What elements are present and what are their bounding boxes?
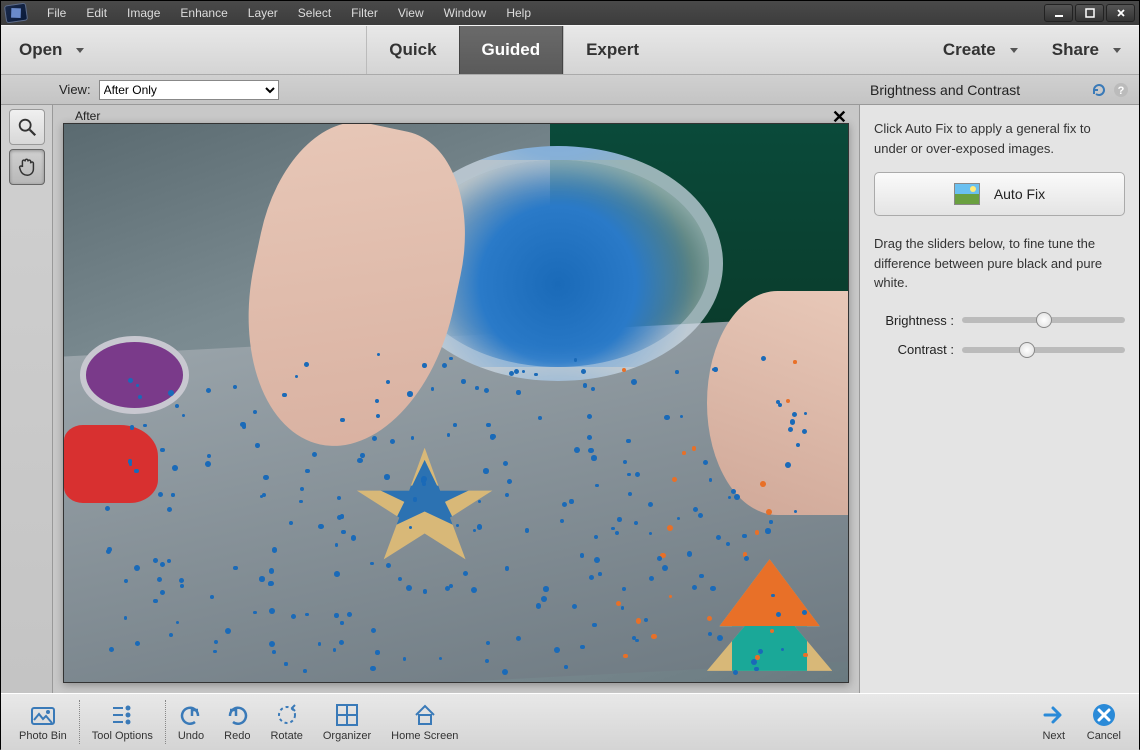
reset-icon[interactable] xyxy=(1091,82,1107,98)
undo-button[interactable]: Undo xyxy=(168,700,214,744)
auto-fix-button[interactable]: Auto Fix xyxy=(874,172,1125,216)
rotate-button[interactable]: Rotate xyxy=(260,700,312,744)
chevron-down-icon xyxy=(1113,48,1121,53)
app-logo-icon xyxy=(4,3,28,24)
panel-hint-text: Drag the sliders below, to fine tune the… xyxy=(874,234,1125,293)
menu-enhance[interactable]: Enhance xyxy=(170,4,237,22)
contrast-slider-thumb[interactable] xyxy=(1019,342,1035,358)
canvas-view-label: After xyxy=(75,109,100,123)
canvas-area: After ✕ xyxy=(53,105,859,693)
panel-title: Brightness and Contrast xyxy=(870,82,1020,98)
next-button[interactable]: Next xyxy=(1031,700,1077,744)
mode-tab-quick[interactable]: Quick xyxy=(366,26,458,74)
mode-bar: Open QuickGuidedExpert Create Share xyxy=(1,25,1139,75)
menu-view[interactable]: View xyxy=(388,4,434,22)
brightness-label: Brightness : xyxy=(874,311,954,331)
home-screen-button[interactable]: Home Screen xyxy=(381,700,468,744)
contrast-label: Contrast : xyxy=(874,340,954,360)
help-icon[interactable]: ? xyxy=(1113,82,1129,98)
chevron-down-icon xyxy=(76,48,84,53)
menu-help[interactable]: Help xyxy=(496,4,541,22)
zoom-tool-button[interactable] xyxy=(9,109,45,145)
share-menu-button[interactable]: Share xyxy=(1046,40,1127,60)
view-label: View: xyxy=(59,82,91,97)
menu-window[interactable]: Window xyxy=(434,4,497,22)
share-label: Share xyxy=(1052,40,1099,60)
bottom-bar: Photo Bin Tool Options Undo Redo Rotate … xyxy=(1,693,1139,750)
side-panel: Brightness and Contrast ? Click Auto Fix… xyxy=(859,105,1139,693)
contrast-slider[interactable] xyxy=(962,347,1125,353)
panel-body: Click Auto Fix to apply a general fix to… xyxy=(860,105,1139,374)
image-canvas[interactable] xyxy=(63,123,849,683)
menu-edit[interactable]: Edit xyxy=(76,4,117,22)
brightness-slider-thumb[interactable] xyxy=(1036,312,1052,328)
organizer-button[interactable]: Organizer xyxy=(313,700,381,744)
tool-column xyxy=(1,105,53,693)
view-dropdown[interactable]: After Only xyxy=(99,80,279,100)
photo-content xyxy=(64,124,848,682)
menu-file[interactable]: File xyxy=(37,4,76,22)
window-minimize-button[interactable] xyxy=(1044,4,1073,22)
work-area: After ✕ Brightness and Contrast ? xyxy=(1,105,1139,693)
menu-filter[interactable]: Filter xyxy=(341,4,388,22)
open-menu-button[interactable]: Open xyxy=(13,40,90,60)
window-close-button[interactable] xyxy=(1106,4,1135,22)
cancel-button[interactable]: Cancel xyxy=(1077,700,1131,744)
hand-tool-button[interactable] xyxy=(9,149,45,185)
panel-header: Brightness and Contrast ? xyxy=(860,75,1139,105)
window-maximize-button[interactable] xyxy=(1075,4,1104,22)
mode-tab-expert[interactable]: Expert xyxy=(563,26,661,74)
auto-fix-label: Auto Fix xyxy=(994,184,1045,205)
auto-fix-icon xyxy=(954,183,980,205)
open-label: Open xyxy=(19,40,62,60)
create-menu-button[interactable]: Create xyxy=(937,40,1024,60)
menu-image[interactable]: Image xyxy=(117,4,170,22)
panel-intro-text: Click Auto Fix to apply a general fix to… xyxy=(874,119,1125,158)
titlebar: FileEditImageEnhanceLayerSelectFilterVie… xyxy=(1,1,1139,25)
menu-layer[interactable]: Layer xyxy=(238,4,288,22)
svg-text:?: ? xyxy=(1118,85,1125,97)
photo-bin-button[interactable]: Photo Bin xyxy=(9,700,77,744)
create-label: Create xyxy=(943,40,996,60)
tool-options-button[interactable]: Tool Options xyxy=(82,700,163,744)
chevron-down-icon xyxy=(1010,48,1018,53)
menu-select[interactable]: Select xyxy=(288,4,341,22)
mode-tab-guided[interactable]: Guided xyxy=(459,26,564,74)
redo-button[interactable]: Redo xyxy=(214,700,260,744)
brightness-slider[interactable] xyxy=(962,317,1125,323)
